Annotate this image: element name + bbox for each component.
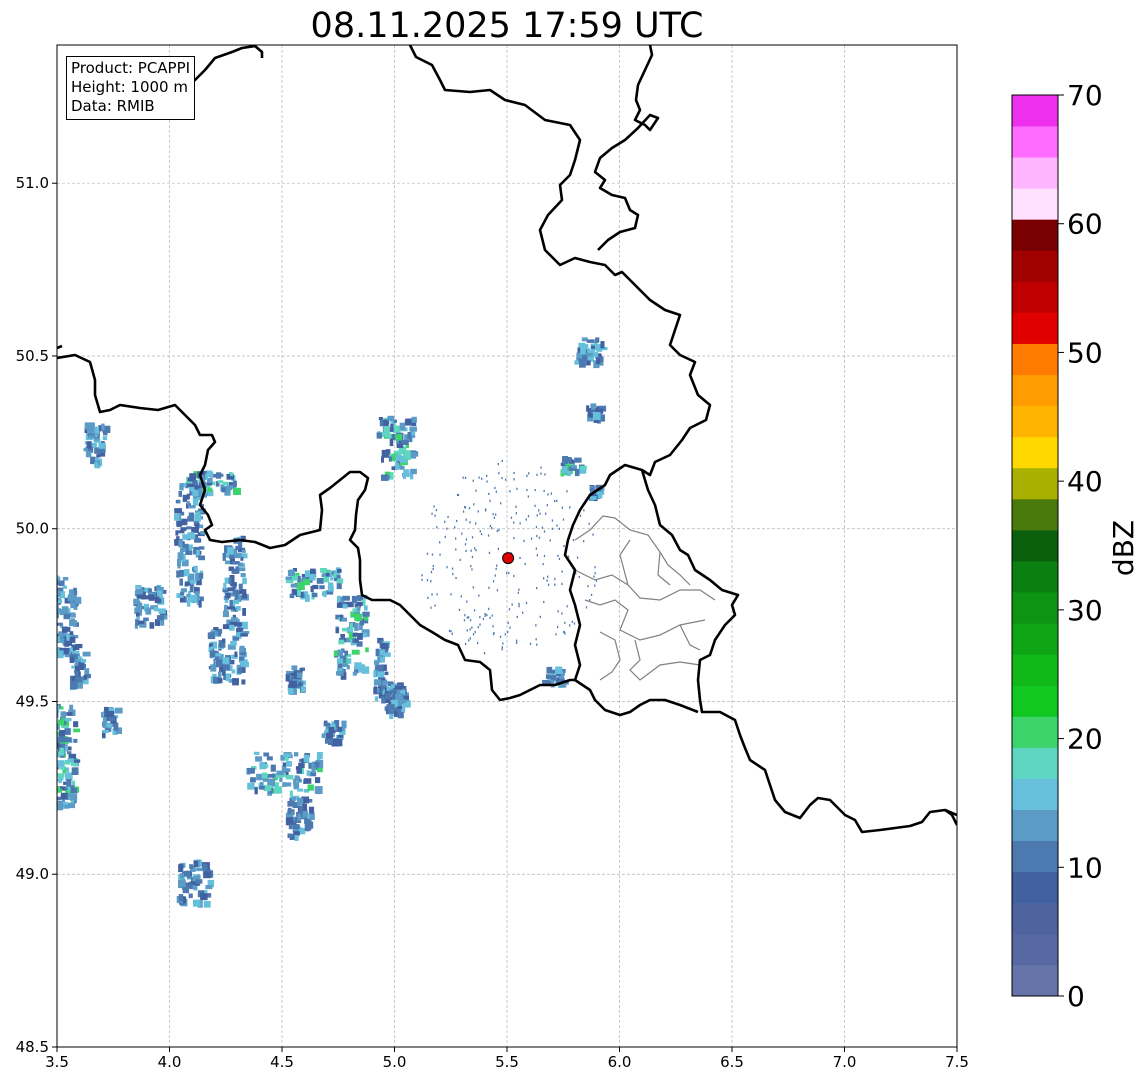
- colorbar-swatch: [1012, 592, 1058, 624]
- colorbar-swatch: [1012, 219, 1058, 251]
- colorbar-swatch: [1012, 436, 1058, 469]
- colorbar-swatch: [1012, 281, 1058, 313]
- colorbar-tick-label: 70: [1067, 79, 1103, 112]
- colorbar-ticks: 0 10 20 30 40 50 60 70: [1058, 79, 1103, 1013]
- colorbar-swatch: [1012, 374, 1058, 407]
- colorbar-swatch: [1012, 778, 1058, 810]
- colorbar-swatch: [1012, 126, 1058, 158]
- colorbar-swatch: [1012, 157, 1058, 189]
- colorbar-label: dBZ: [1107, 520, 1140, 576]
- colorbar-tick-label: 40: [1067, 465, 1103, 498]
- colorbar-tick-label: 0: [1067, 980, 1085, 1013]
- colorbar-swatch: [1012, 840, 1058, 873]
- colorbar-tick-label: 50: [1067, 336, 1103, 369]
- colorbar-swatch: [1012, 312, 1058, 344]
- colorbar-swatch: [1012, 654, 1058, 686]
- colorbar: 0 10 20 30 40 50 60 70 dBZ: [1011, 79, 1140, 1013]
- colorbar-swatch: [1012, 871, 1058, 904]
- colorbar-tick-label: 10: [1067, 851, 1103, 884]
- colorbar-swatch: [1012, 809, 1058, 842]
- colorbar-swatch: [1012, 467, 1058, 500]
- colorbar-swatch: [1012, 529, 1058, 562]
- colorbar-swatch: [1012, 405, 1058, 438]
- colorbar-swatches: [1012, 95, 1058, 997]
- colorbar-swatch: [1012, 747, 1058, 779]
- colorbar-swatch: [1012, 716, 1058, 748]
- colorbar-swatch: [1012, 498, 1058, 531]
- colorbar-swatch: [1012, 902, 1058, 935]
- colorbar-swatch: [1012, 343, 1058, 376]
- colorbar-swatch: [1012, 188, 1058, 220]
- colorbar-swatch: [1012, 250, 1058, 282]
- colorbar-tick-label: 60: [1067, 208, 1103, 241]
- colorbar-swatch: [1012, 623, 1058, 655]
- colorbar-swatch: [1012, 685, 1058, 717]
- colorbar-swatch: [1012, 561, 1058, 593]
- colorbar-swatch: [1012, 964, 1058, 997]
- colorbar-swatch: [1012, 95, 1058, 127]
- colorbar-swatch: [1012, 933, 1058, 966]
- colorbar-tick-label: 20: [1067, 723, 1103, 756]
- colorbar-tick-label: 30: [1067, 594, 1103, 627]
